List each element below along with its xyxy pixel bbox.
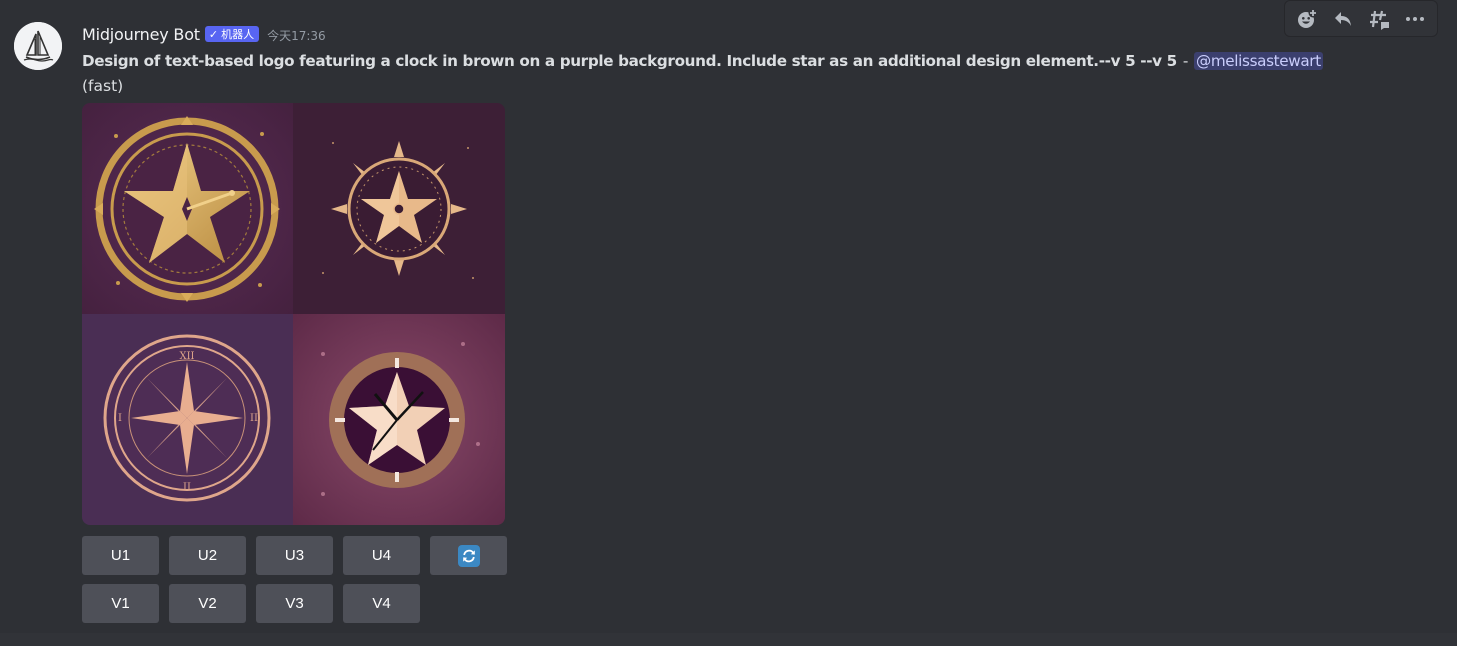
message-content: Design of text-based logo featuring a cl… (82, 50, 1323, 72)
prompt-text: Design of text-based logo featuring a cl… (82, 52, 1177, 70)
channel-background (0, 633, 1457, 646)
upscale-button-4[interactable]: U4 (343, 536, 420, 575)
variation-button-4[interactable]: V4 (343, 584, 420, 623)
variation-button-row: V1 V2 V3 V4 (82, 584, 430, 623)
avatar[interactable] (14, 22, 62, 70)
reply-icon[interactable] (1327, 3, 1359, 35)
author-name[interactable]: Midjourney Bot (82, 25, 200, 44)
compass-rose-clock-image: XII II I II (82, 314, 293, 525)
image-tile-4[interactable] (293, 314, 505, 525)
upscale-button-1[interactable]: U1 (82, 536, 159, 575)
user-mention[interactable]: @melissastewart (1194, 52, 1323, 70)
upscale-button-3[interactable]: U3 (256, 536, 333, 575)
add-reaction-icon[interactable] (1291, 3, 1323, 35)
svg-text:I: I (118, 413, 122, 424)
more-options-icon[interactable] (1399, 3, 1431, 35)
create-thread-icon[interactable] (1363, 3, 1395, 35)
svg-text:XII: XII (179, 351, 194, 362)
gold-star-clock-image (82, 103, 293, 314)
image-grid[interactable]: XII II I II (82, 103, 505, 525)
svg-text:II: II (250, 413, 258, 424)
verified-check-icon: ✓ (208, 27, 219, 41)
bot-tag-label: 机器人 (221, 28, 255, 41)
reroll-button[interactable] (430, 536, 507, 575)
refresh-icon (457, 544, 480, 567)
midjourney-boat-icon (14, 22, 62, 70)
upscale-button-2[interactable]: U2 (169, 536, 246, 575)
separator: - (1182, 52, 1189, 70)
timestamp[interactable]: 今天17:36 (267, 25, 326, 44)
message-header: Midjourney Bot ✓ 机器人 今天17:36 (82, 22, 326, 46)
variation-button-2[interactable]: V2 (169, 584, 246, 623)
upscale-button-row: U1 U2 U3 U4 (82, 536, 517, 575)
image-tile-3[interactable]: XII II I II (82, 314, 293, 525)
message: Midjourney Bot ✓ 机器人 今天17:36 Design of t… (0, 0, 1457, 633)
variation-button-3[interactable]: V3 (256, 584, 333, 623)
image-tile-1[interactable] (82, 103, 293, 314)
bronze-star-clock-image (293, 314, 505, 525)
bot-tag: ✓ 机器人 (204, 26, 260, 42)
image-tile-2[interactable] (293, 103, 505, 314)
variation-button-1[interactable]: V1 (82, 584, 159, 623)
svg-text:II: II (183, 482, 191, 493)
compass-star-clock-image (293, 103, 505, 314)
message-toolbar (1284, 0, 1438, 37)
speed-label: (fast) (82, 77, 124, 95)
